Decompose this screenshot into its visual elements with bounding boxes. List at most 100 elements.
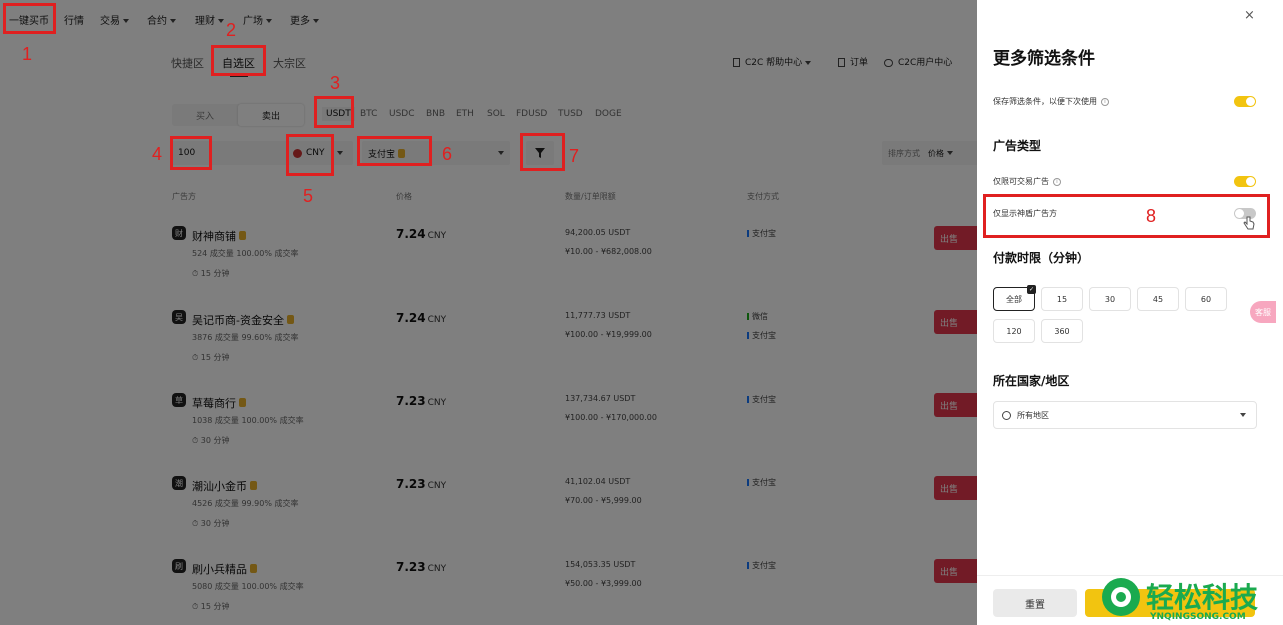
payment-method: 支付宝: [747, 560, 776, 571]
time-option-360[interactable]: 360: [1041, 319, 1083, 343]
annotation-number-2: 2: [226, 20, 237, 40]
orders-label: 订单: [850, 58, 869, 68]
payment-method-text: 微信: [752, 312, 768, 321]
flag-cn-icon: [293, 148, 302, 158]
time-option-120[interactable]: 120: [993, 319, 1035, 343]
watermark-url: YNQINGSONG.COM: [1150, 612, 1246, 622]
verified-badge-icon: [250, 564, 257, 573]
customer-service-button[interactable]: 客服: [1250, 301, 1276, 323]
coin-btc[interactable]: BTC: [360, 109, 377, 119]
limit: ¥10.00 - ¥682,008.00: [565, 247, 652, 256]
nav-market[interactable]: 行情: [64, 12, 84, 27]
advertiser-name[interactable]: 财神商铺: [192, 225, 246, 244]
tab-block-zone[interactable]: 大宗区: [273, 55, 306, 71]
nav-square-label: 广场: [243, 16, 263, 27]
reset-button[interactable]: 重置: [993, 589, 1077, 617]
payment-value: 支付宝: [368, 149, 396, 160]
time-option-30[interactable]: 30: [1089, 287, 1131, 311]
orders-link[interactable]: 订单: [838, 55, 868, 68]
advertiser-name[interactable]: 刷小兵精品: [192, 558, 257, 577]
coin-bnb[interactable]: BNB: [426, 109, 445, 119]
payment-method-text: 支付宝: [752, 395, 776, 404]
close-icon[interactable]: ×: [1244, 8, 1255, 23]
sell-button[interactable]: 出售: [934, 476, 977, 500]
nav-futures[interactable]: 合约: [147, 12, 176, 27]
price-value: 7.23: [396, 394, 426, 408]
info-icon: i: [1101, 97, 1109, 106]
avatar: 潮: [172, 476, 186, 490]
sell-button[interactable]: 出售: [934, 393, 977, 417]
advertiser-name[interactable]: 吴记币商-资金安全: [192, 309, 294, 328]
advertiser-stats: 3876 成交量 99.60% 成交率: [192, 333, 299, 342]
payment-time: ⏱ 30 分钟: [192, 518, 230, 529]
save-filter-label: 保存筛选条件，以便下次使用: [993, 97, 1097, 106]
advertiser-stats: 4526 成交量 99.90% 成交率: [192, 499, 299, 508]
nav-earn[interactable]: 理财: [195, 12, 224, 27]
tab-p2p-zone[interactable]: 自选区: [222, 55, 255, 71]
coin-usdt[interactable]: USDT: [322, 107, 355, 121]
help-center-link[interactable]: C2C 帮助中心: [733, 55, 812, 68]
save-filter-switch[interactable]: [1234, 96, 1256, 107]
chevron-down-icon: [498, 151, 504, 155]
payment-badge-icon: [398, 148, 406, 158]
payment-time-text: 30 分钟: [200, 436, 230, 445]
limit: ¥100.00 - ¥170,000.00: [565, 413, 657, 422]
chevron-down-icon: [123, 19, 129, 23]
advertiser-name[interactable]: 潮汕小金币: [192, 475, 257, 494]
currency-select[interactable]: CNY: [287, 141, 353, 165]
coin-fdusd[interactable]: FDUSD: [516, 109, 547, 119]
nav-more[interactable]: 更多: [290, 12, 319, 27]
check-icon: ✓: [1027, 285, 1036, 294]
col-price: 价格: [396, 192, 412, 201]
coin-sol[interactable]: SOL: [487, 109, 505, 119]
time-option-15[interactable]: 15: [1041, 287, 1083, 311]
coin-eth[interactable]: ETH: [456, 109, 474, 119]
annotation-number-1: 1: [22, 44, 33, 64]
amount-input[interactable]: 100: [172, 141, 287, 165]
time-option-60[interactable]: 60: [1185, 287, 1227, 311]
tradable-only-switch[interactable]: [1234, 176, 1256, 187]
region-select[interactable]: 所有地区: [993, 401, 1257, 429]
ad-type-title: 广告类型: [993, 139, 1042, 153]
clock-icon: ⏱: [192, 269, 201, 278]
advertiser-name-text: 刷小兵精品: [192, 563, 247, 576]
payment-method-text: 支付宝: [752, 331, 776, 340]
verified-badge-icon: [250, 481, 257, 490]
filter-button[interactable]: [526, 141, 554, 165]
price: 7.23 CNY: [396, 477, 446, 491]
coin-doge[interactable]: DOGE: [595, 109, 622, 119]
sort-select[interactable]: 排序方式 价格: [882, 141, 977, 165]
nav-earn-label: 理财: [195, 16, 215, 27]
tab-express-zone[interactable]: 快捷区: [171, 55, 204, 71]
buy-tab[interactable]: 买入: [172, 104, 238, 126]
price: 7.23 CNY: [396, 560, 446, 574]
annotation-number-7: 7: [569, 146, 580, 166]
sell-button[interactable]: 出售: [934, 310, 977, 334]
payment-time-title: 付款时限（分钟）: [993, 251, 1090, 265]
payment-select[interactable]: 支付宝: [362, 141, 510, 165]
nav-trade[interactable]: 交易: [100, 12, 129, 27]
payment-method: 支付宝: [747, 394, 776, 405]
advertiser-name[interactable]: 草莓商行: [192, 392, 246, 411]
info-icon: i: [1053, 177, 1061, 186]
nav-quick-buy[interactable]: 一键买币: [9, 12, 49, 27]
verified-only-label: 仅显示神盾广告方: [993, 209, 1057, 218]
payment-time-text: 30 分钟: [200, 519, 230, 528]
nav-square[interactable]: 广场: [243, 12, 272, 27]
avatar: 财: [172, 226, 186, 240]
sell-button[interactable]: 出售: [934, 226, 977, 250]
region-title: 所在国家/地区: [993, 374, 1070, 388]
sell-tab[interactable]: 卖出: [238, 104, 304, 126]
user-center-link[interactable]: C2C用户中心: [884, 55, 952, 68]
payment-time-text: 15 分钟: [200, 353, 230, 362]
currency-value: CNY: [306, 148, 325, 158]
pointer-hand-icon: [1243, 216, 1255, 230]
watermark-logo-icon: [1102, 578, 1140, 616]
payment-time-text: 15 分钟: [200, 602, 230, 611]
coin-usdc[interactable]: USDC: [389, 109, 415, 119]
sell-button[interactable]: 出售: [934, 559, 977, 583]
quantity: 137,734.67 USDT: [565, 394, 636, 403]
coin-tusd[interactable]: TUSD: [558, 109, 583, 119]
col-payment: 支付方式: [747, 192, 779, 201]
time-option-45[interactable]: 45: [1137, 287, 1179, 311]
